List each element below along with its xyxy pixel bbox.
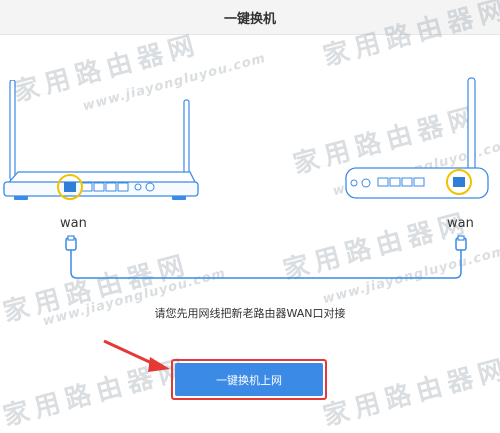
- one-click-switch-button[interactable]: 一键换机上网: [175, 363, 323, 396]
- window-title: 一键换机: [223, 12, 276, 27]
- pointer-arrow-icon: [103, 339, 170, 372]
- old-router: [2, 80, 200, 200]
- new-router: [345, 77, 489, 199]
- wan-port-left: [64, 182, 76, 192]
- wan-label-left: wan: [60, 216, 87, 231]
- instruction-text: 请您先用网线把新老路由器WAN口对接: [154, 307, 346, 320]
- wan-port-right: [453, 177, 465, 187]
- watermark-en: www.jiayongluyou.com: [321, 243, 500, 308]
- window-titlebar: 一键换机: [0, 0, 500, 35]
- watermark-cn: 家用路由器网: [320, 353, 500, 433]
- wan-label-right: wan: [447, 216, 474, 231]
